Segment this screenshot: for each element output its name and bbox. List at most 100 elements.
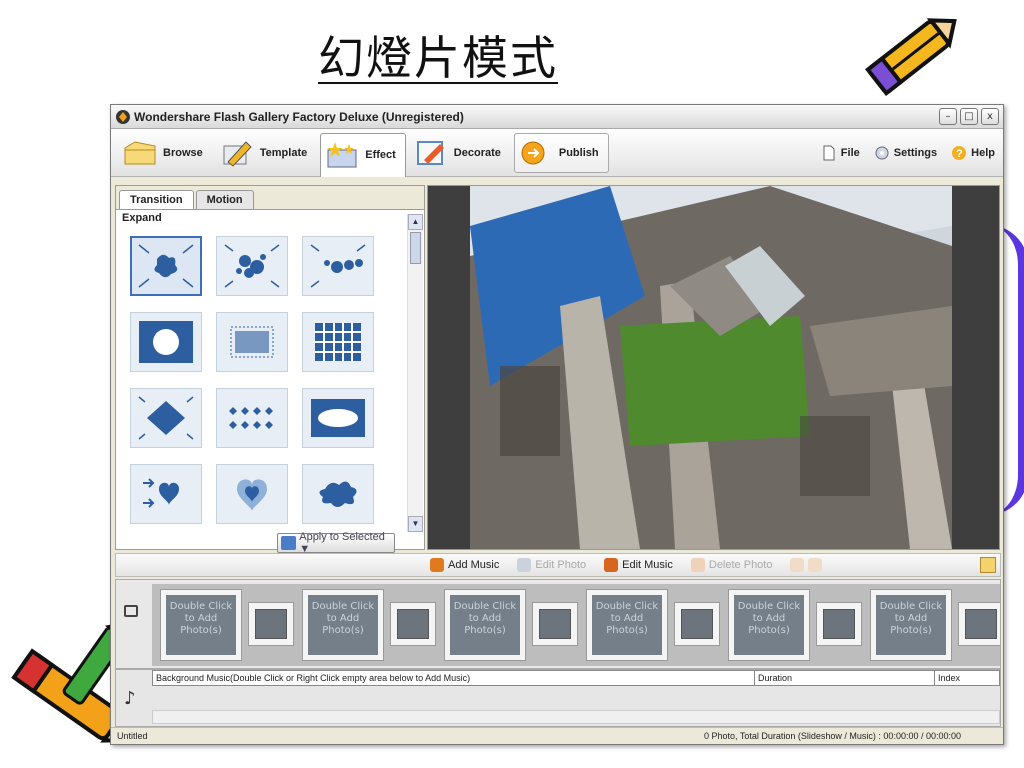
decorate-icon — [416, 140, 444, 165]
preview-image — [470, 186, 952, 549]
music-col-index: Index — [938, 673, 961, 683]
effects-tabs: Transition Motion — [116, 186, 424, 210]
export-icon[interactable] — [980, 557, 996, 573]
tab-motion[interactable]: Motion — [195, 190, 254, 209]
effect-thumbnail[interactable] — [302, 388, 374, 448]
storyboard-strip: Double Click to Add Photo(s) Double Clic… — [152, 584, 1000, 666]
expand-diamond-icon — [138, 396, 194, 440]
timeline-toolbar: Add Music Edit Photo Edit Music Delete P… — [115, 553, 1001, 577]
edit-music-button[interactable]: Edit Music — [604, 558, 673, 572]
file-icon — [823, 145, 835, 160]
effect-thumbnail[interactable] — [216, 388, 288, 448]
music-note-icon: ♪ — [124, 688, 136, 709]
transition-slot[interactable] — [248, 602, 294, 646]
template-button[interactable]: Template — [216, 133, 316, 173]
transition-slot[interactable] — [816, 602, 862, 646]
add-music-button[interactable]: Add Music — [430, 558, 499, 572]
photo-slot[interactable]: Double Click to Add Photo(s) — [870, 589, 952, 661]
expand-grid-icon — [315, 323, 361, 361]
effect-thumbnail[interactable] — [130, 388, 202, 448]
photo-slot[interactable]: Double Click to Add Photo(s) — [586, 589, 668, 661]
folder-icon — [124, 140, 156, 164]
settings-menu[interactable]: Settings — [874, 145, 937, 161]
photo-slot[interactable]: Double Click to Add Photo(s) — [160, 589, 242, 661]
photo-slot-text: Double Click to Add Photo(s) — [592, 595, 662, 655]
photo-slot-text: Double Click to Add Photo(s) — [450, 595, 520, 655]
effects-panel: Transition Motion Expand ▲ ▼ — [115, 185, 425, 550]
photo-slot[interactable]: Double Click to Add Photo(s) — [728, 589, 810, 661]
effects-grid — [130, 236, 390, 524]
preview-pane — [427, 185, 1000, 550]
effect-button[interactable]: Effect — [320, 132, 406, 177]
effect-thumbnail[interactable] — [302, 236, 374, 296]
photo-slot-text: Double Click to Add Photo(s) — [734, 595, 804, 655]
rotate-right-icon — [808, 558, 823, 572]
effect-label: Effect — [365, 149, 396, 161]
music-col-background: Background Music(Double Click or Right C… — [153, 671, 755, 685]
edit-music-label: Edit Music — [622, 559, 673, 571]
rotate-buttons[interactable] — [790, 558, 826, 572]
apply-icon — [281, 536, 297, 550]
expand-circle-icon — [139, 321, 193, 363]
expand-heart-arrows-icon — [143, 478, 179, 508]
maximize-button[interactable]: □ — [960, 108, 978, 125]
title-bar: Wondershare Flash Gallery Factory Deluxe… — [111, 105, 1003, 129]
file-menu[interactable]: File — [821, 145, 860, 161]
photo-slot[interactable]: Double Click to Add Photo(s) — [302, 589, 384, 661]
file-menu-label: File — [840, 146, 860, 159]
publish-button[interactable]: Publish — [513, 132, 609, 173]
apply-to-selected-button[interactable]: Apply to Selected ▼ — [277, 531, 395, 555]
app-logo-icon — [116, 109, 130, 124]
effect-thumbnail[interactable] — [130, 464, 202, 524]
music-header: Background Music(Double Click or Right C… — [152, 670, 1000, 686]
effect-stars-icon — [327, 142, 357, 168]
transition-slot[interactable] — [532, 602, 578, 646]
decorate-button[interactable]: Decorate — [410, 133, 510, 173]
window-title: Wondershare Flash Gallery Factory Deluxe… — [134, 109, 464, 124]
edit-music-icon — [604, 558, 619, 572]
transition-slot[interactable] — [390, 602, 436, 646]
delete-photo-icon — [690, 558, 705, 572]
help-menu[interactable]: ? Help — [951, 145, 995, 161]
effect-thumbnail[interactable] — [216, 312, 288, 372]
rotate-left-icon — [790, 558, 805, 572]
edit-photo-label: Edit Photo — [535, 559, 587, 571]
scroll-down-icon[interactable]: ▼ — [408, 516, 423, 532]
music-scrollbar[interactable] — [152, 710, 1000, 724]
music-col-duration: Duration — [755, 671, 935, 685]
effect-group-label: Expand — [122, 212, 162, 224]
storyboard: Double Click to Add Photo(s) Double Clic… — [115, 579, 1001, 669]
effect-thumbnail[interactable] — [302, 312, 374, 372]
effect-thumbnail[interactable] — [216, 236, 288, 296]
pencil-clipart-icon — [865, 18, 957, 97]
minimize-button[interactable]: – — [939, 108, 957, 125]
transition-slot[interactable] — [674, 602, 720, 646]
pencil-icon — [223, 140, 252, 167]
effect-thumbnail[interactable] — [130, 236, 202, 296]
photo-slot[interactable]: Double Click to Add Photo(s) — [444, 589, 526, 661]
add-music-icon — [430, 558, 444, 572]
tab-transition[interactable]: Transition — [119, 190, 194, 209]
effects-scrollbar[interactable]: ▲ ▼ — [407, 214, 423, 532]
effect-thumbnail[interactable] — [302, 464, 374, 524]
main-toolbar: Browse Template Effect Decorate Publish … — [111, 129, 1003, 177]
help-icon: ? — [952, 145, 967, 160]
close-button[interactable]: x — [981, 108, 999, 125]
scroll-up-icon[interactable]: ▲ — [408, 214, 423, 230]
effect-thumbnail[interactable] — [216, 464, 288, 524]
delete-photo-label: Delete Photo — [708, 559, 773, 571]
svg-text:?: ? — [956, 148, 963, 160]
template-label: Template — [259, 146, 308, 159]
delete-photo-button[interactable]: Delete Photo — [690, 558, 773, 572]
edit-photo-button[interactable]: Edit Photo — [517, 558, 586, 572]
effect-thumbnail[interactable] — [130, 312, 202, 372]
apply-label: Apply to Selected ▼ — [299, 531, 385, 555]
transition-slot[interactable] — [958, 602, 1000, 646]
photo-slot-text: Double Click to Add Photo(s) — [308, 595, 378, 655]
scroll-thumb[interactable] — [410, 232, 421, 264]
expand-small-diamonds-icon — [229, 407, 273, 429]
publish-label: Publish — [558, 146, 599, 159]
expand-blob-icon — [310, 244, 366, 288]
slide-title: 幻燈片模式 — [318, 31, 558, 85]
browse-button[interactable]: Browse — [119, 133, 212, 173]
